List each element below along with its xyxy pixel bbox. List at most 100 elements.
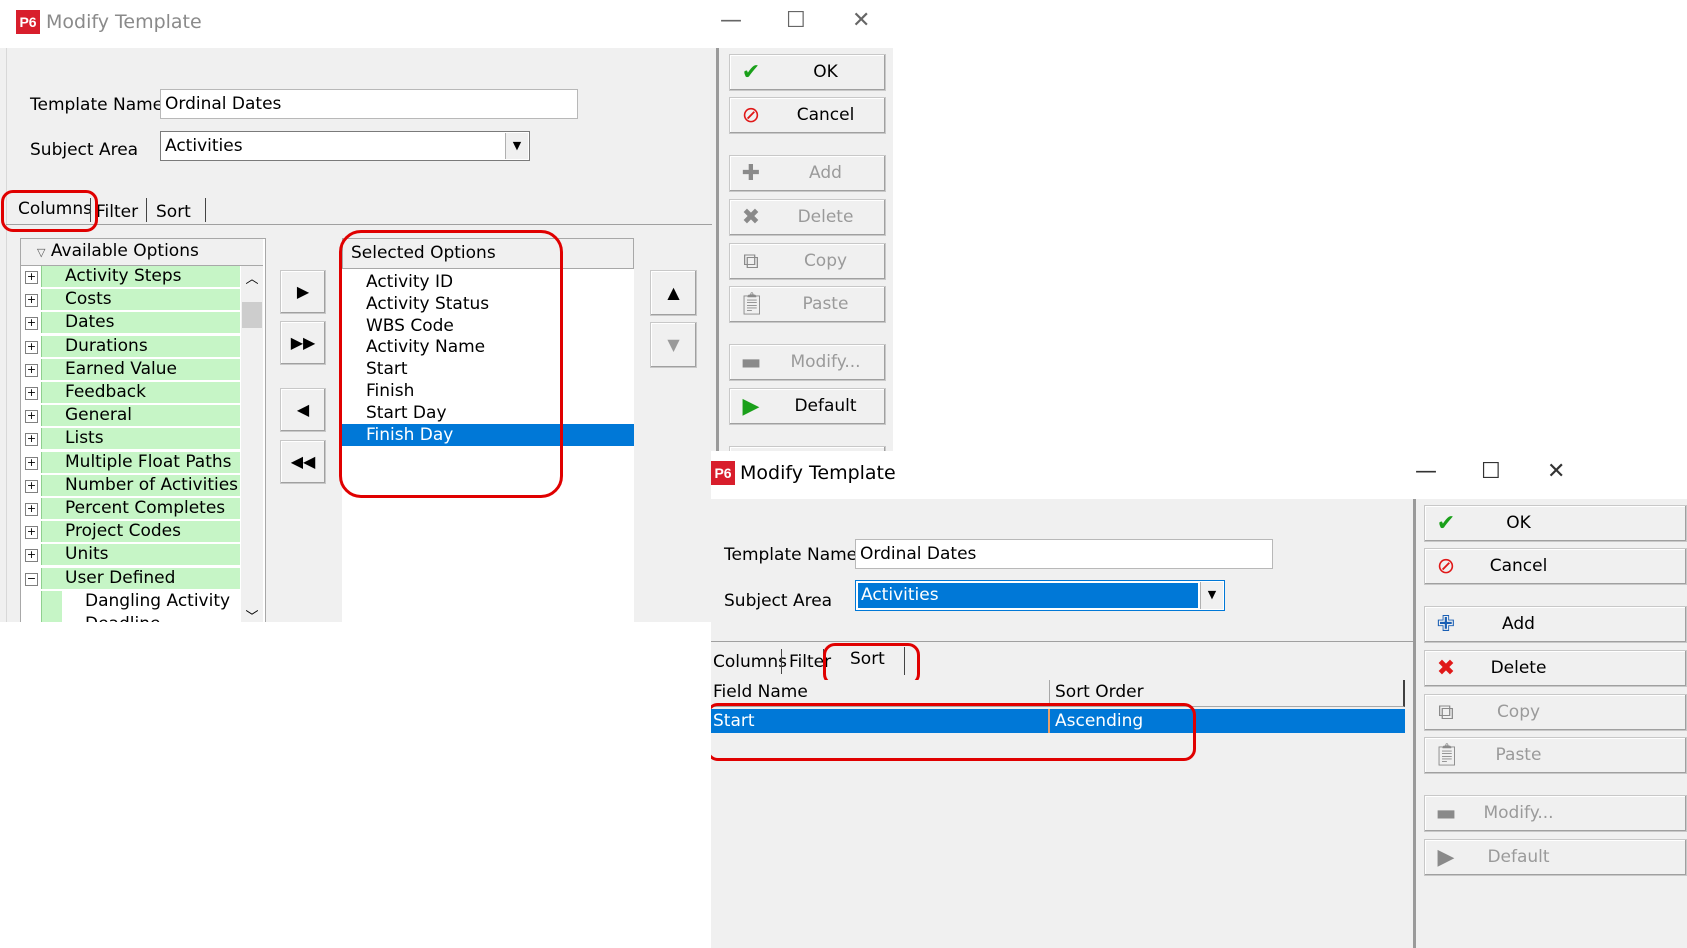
expand-icon[interactable]: + xyxy=(25,387,38,400)
template-name-input[interactable]: Ordinal Dates xyxy=(855,539,1273,569)
paste-button[interactable]: 📋︎ Paste xyxy=(729,286,886,323)
expand-icon[interactable]: + xyxy=(25,363,38,377)
expand-icon[interactable]: + xyxy=(25,456,38,470)
copy-button[interactable]: ⧉ Copy xyxy=(1424,694,1687,731)
tree-child-label: Deadline xyxy=(85,614,160,622)
triangle-down-icon: ▼ xyxy=(667,335,680,354)
subject-area-label: Subject Area xyxy=(724,591,833,611)
add-button[interactable]: ✙ Add xyxy=(1424,606,1687,643)
modify-template-window-2: P6 Modify Template — ☐ ✕ Template Name O… xyxy=(711,451,1687,948)
available-options-list[interactable]: ▽ Available Options + Activity Steps + Cost… xyxy=(20,238,266,622)
close-button[interactable]: ✕ xyxy=(852,8,870,33)
tree-item[interactable]: + Activity Steps xyxy=(21,266,240,289)
tree-item[interactable]: + Durations xyxy=(21,335,240,359)
subject-area-value: Activities xyxy=(165,136,243,156)
modify-icon: ▬ xyxy=(1435,800,1457,826)
ok-button[interactable]: ✔ OK xyxy=(1424,505,1687,542)
minimize-button[interactable]: — xyxy=(720,8,742,33)
default-button[interactable]: ▶ Default xyxy=(1424,839,1687,876)
chevron-down-icon[interactable]: ▼ xyxy=(1200,582,1223,609)
triangle-left-icon: ◀ xyxy=(296,400,310,419)
move-all-left-button[interactable]: ◀◀ xyxy=(280,440,326,484)
cancel-icon: ⊘ xyxy=(741,102,761,128)
add-button[interactable]: ✚ Add xyxy=(729,155,886,192)
cancel-label: Cancel xyxy=(796,105,855,125)
template-name-label: Template Name xyxy=(30,95,164,115)
modify-label: Modify... xyxy=(790,352,861,372)
annotation-highlight-sort-row xyxy=(711,703,1196,761)
expand-icon[interactable]: + xyxy=(25,503,38,516)
tree-item[interactable]: + Project Codes xyxy=(21,521,240,544)
minimize-button[interactable]: — xyxy=(1415,459,1437,484)
expand-icon[interactable]: + xyxy=(25,271,38,284)
tree-item[interactable]: + Percent Completes xyxy=(21,498,240,521)
vertical-scrollbar[interactable]: ︿ ﹀ xyxy=(241,266,263,622)
close-button[interactable]: ✕ xyxy=(1547,459,1565,484)
cancel-button[interactable]: ⊘ Cancel xyxy=(729,97,886,134)
tree-child-item[interactable]: Dangling Activity xyxy=(21,590,239,614)
subject-area-select[interactable]: Activities ▼ xyxy=(855,580,1225,611)
right-panel-divider xyxy=(1413,499,1416,948)
default-label: Default xyxy=(794,396,857,416)
tab-strip-line xyxy=(6,224,712,225)
tree-item[interactable]: − User Defined xyxy=(21,567,240,591)
tree-item-label: General xyxy=(65,405,132,426)
expand-icon[interactable]: + xyxy=(25,317,38,331)
tree-item[interactable]: + General xyxy=(21,405,240,428)
tree-item[interactable]: + Lists xyxy=(21,428,240,451)
tree-item-label: Percent Completes xyxy=(65,498,226,518)
expand-icon[interactable]: + xyxy=(25,479,38,493)
template-name-input[interactable]: Ordinal Dates xyxy=(160,89,578,119)
maximize-button[interactable]: ☐ xyxy=(1481,459,1501,484)
maximize-button[interactable]: ☐ xyxy=(786,8,806,33)
scroll-up-icon[interactable]: ︿ xyxy=(241,268,263,287)
add-label: Add xyxy=(809,163,842,183)
expand-icon[interactable]: + xyxy=(25,410,38,424)
scroll-down-icon[interactable]: ﹀ xyxy=(241,606,263,622)
tree-item[interactable]: + Earned Value xyxy=(21,358,240,382)
tree-item-label: Earned Value xyxy=(65,358,177,379)
copy-icon: ⧉ xyxy=(743,248,759,274)
move-right-button[interactable]: ▶ xyxy=(280,270,326,314)
move-all-right-button[interactable]: ▶▶ xyxy=(280,321,326,365)
cancel-button[interactable]: ⊘ Cancel xyxy=(1424,548,1687,585)
scroll-thumb[interactable] xyxy=(242,302,262,328)
expand-icon[interactable]: + xyxy=(25,294,38,308)
tree-item[interactable]: + Number of Activities xyxy=(21,474,240,498)
chevron-down-icon[interactable]: ▼ xyxy=(505,133,528,159)
tab-separator xyxy=(146,198,147,222)
tree-item[interactable]: + Costs xyxy=(21,289,240,312)
ok-button[interactable]: ✔ OK xyxy=(729,54,886,91)
tab-columns[interactable]: Columns xyxy=(713,652,787,672)
move-left-button[interactable]: ◀ xyxy=(280,388,326,432)
copy-button[interactable]: ⧉ Copy xyxy=(729,243,886,280)
paste-button[interactable]: 📋︎ Paste xyxy=(1424,737,1687,774)
move-down-button[interactable]: ▼ xyxy=(650,322,697,368)
tree-item-label: Project Codes xyxy=(65,521,181,542)
collapse-icon[interactable]: − xyxy=(25,572,38,586)
modify-button[interactable]: ▬ Modify... xyxy=(729,344,886,381)
tree-item[interactable]: + Feedback xyxy=(21,382,240,405)
subject-area-select[interactable]: Activities ▼ xyxy=(160,131,530,161)
annotation-highlight-columns-tab xyxy=(1,190,98,232)
tree-item[interactable]: + Dates xyxy=(21,312,240,335)
delete-button[interactable]: ✖ Delete xyxy=(729,199,886,236)
expand-icon[interactable]: + xyxy=(25,340,38,354)
available-options-header[interactable]: ▽ Available Options xyxy=(21,239,263,266)
expand-icon[interactable]: + xyxy=(25,549,38,563)
tab-sort[interactable]: Sort xyxy=(156,202,191,222)
tree-child-label: Dangling Activity xyxy=(85,590,231,611)
expand-icon[interactable]: + xyxy=(25,526,38,540)
window-title: Modify Template xyxy=(740,462,896,484)
expand-icon[interactable]: + xyxy=(25,433,38,447)
tab-filter[interactable]: Filter xyxy=(96,202,138,222)
delete-icon: ✖ xyxy=(1436,655,1456,681)
tree-child-item[interactable]: Deadline xyxy=(21,614,239,622)
move-up-button[interactable]: ▲ xyxy=(650,270,697,316)
delete-button[interactable]: ✖ Delete xyxy=(1424,650,1687,687)
tree-item[interactable]: + Units xyxy=(21,544,240,567)
default-button[interactable]: ▶ Default xyxy=(729,388,886,425)
tree-item[interactable]: + Multiple Float Paths xyxy=(21,451,240,475)
modify-button[interactable]: ▬ Modify... xyxy=(1424,795,1687,832)
cancel-label: Cancel xyxy=(1489,556,1548,576)
